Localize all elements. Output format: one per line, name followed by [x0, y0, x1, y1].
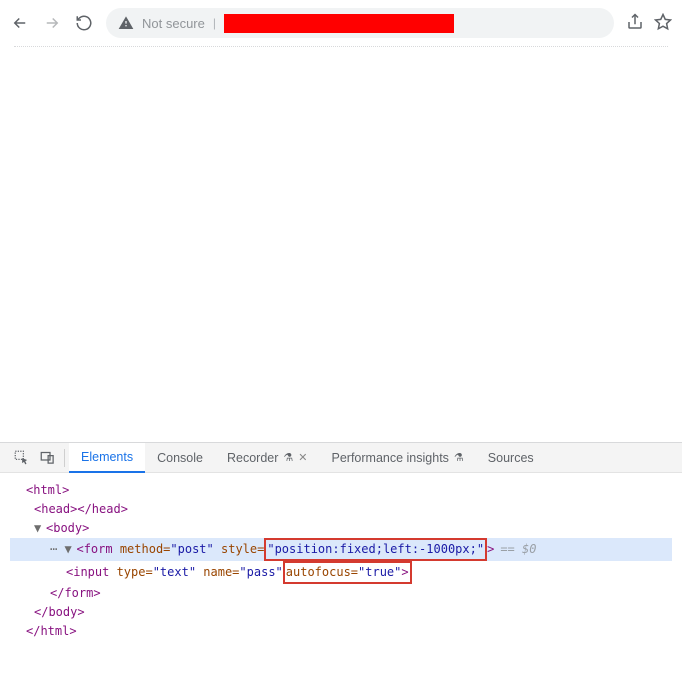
- tab-label: Recorder: [227, 451, 278, 465]
- page-content: [0, 47, 682, 442]
- close-icon[interactable]: ✕: [298, 451, 307, 464]
- inspect-element-button[interactable]: [8, 444, 34, 472]
- share-button[interactable]: [626, 13, 644, 34]
- inspect-icon: [14, 450, 29, 465]
- tab-sources[interactable]: Sources: [476, 443, 546, 473]
- tree-node-head[interactable]: <head></head>: [10, 500, 672, 519]
- url-redacted: [224, 14, 454, 33]
- tree-node-form-close[interactable]: </form>: [10, 584, 672, 603]
- header-divider: [64, 449, 65, 467]
- share-icon: [626, 13, 644, 31]
- flask-icon: ⚗: [283, 451, 293, 464]
- tree-node-body[interactable]: ▼<body>: [10, 519, 672, 538]
- tree-node-form[interactable]: ⋯ ▼<form method="post" style="position:f…: [10, 538, 672, 561]
- devtools-tabs: Elements Console Recorder ⚗ ✕ Performance …: [69, 443, 546, 473]
- tree-node-input[interactable]: <input type="text" name="pass" autofocus…: [10, 561, 672, 584]
- device-icon: [40, 450, 55, 465]
- tab-console[interactable]: Console: [145, 443, 215, 473]
- warning-icon: [118, 15, 134, 31]
- tree-node-body-close[interactable]: </body>: [10, 603, 672, 622]
- forward-button[interactable]: [42, 13, 62, 33]
- arrow-left-icon: [11, 14, 29, 32]
- arrow-right-icon: [43, 14, 61, 32]
- bookmark-button[interactable]: [654, 13, 672, 34]
- security-label: Not secure: [142, 16, 205, 31]
- selected-ref: == $0: [500, 542, 536, 556]
- tab-recorder[interactable]: Recorder ⚗ ✕: [215, 443, 320, 473]
- tab-label: Performance insights: [332, 451, 449, 465]
- browser-toolbar: Not secure |: [0, 0, 682, 46]
- star-icon: [654, 13, 672, 31]
- expand-toggle-icon[interactable]: ▼: [64, 540, 76, 559]
- separator: |: [213, 16, 216, 30]
- tab-label: Console: [157, 451, 203, 465]
- tab-performance-insights[interactable]: Performance insights ⚗: [320, 443, 476, 473]
- reload-icon: [75, 14, 93, 32]
- highlight-style: "position:fixed;left:-1000px;": [264, 538, 487, 561]
- expand-toggle-icon[interactable]: ▼: [34, 519, 46, 538]
- address-bar[interactable]: Not secure |: [106, 8, 614, 38]
- device-toggle-button[interactable]: [34, 444, 60, 472]
- tab-label: Sources: [488, 451, 534, 465]
- tree-node-html-close[interactable]: </html>: [10, 622, 672, 641]
- tab-label: Elements: [81, 450, 133, 464]
- tab-elements[interactable]: Elements: [69, 443, 145, 473]
- back-button[interactable]: [10, 13, 30, 33]
- reload-button[interactable]: [74, 13, 94, 33]
- elements-tree[interactable]: <html> <head></head> ▼<body> ⋯ ▼<form me…: [0, 473, 682, 649]
- tree-node-html[interactable]: <html>: [10, 481, 672, 500]
- devtools-header: Elements Console Recorder ⚗ ✕ Performance …: [0, 443, 682, 473]
- devtools-panel: Elements Console Recorder ⚗ ✕ Performance …: [0, 442, 682, 649]
- highlight-autofocus: autofocus="true">: [283, 561, 412, 584]
- flask-icon: ⚗: [454, 451, 464, 464]
- ellipsis-icon[interactable]: ⋯: [50, 542, 57, 556]
